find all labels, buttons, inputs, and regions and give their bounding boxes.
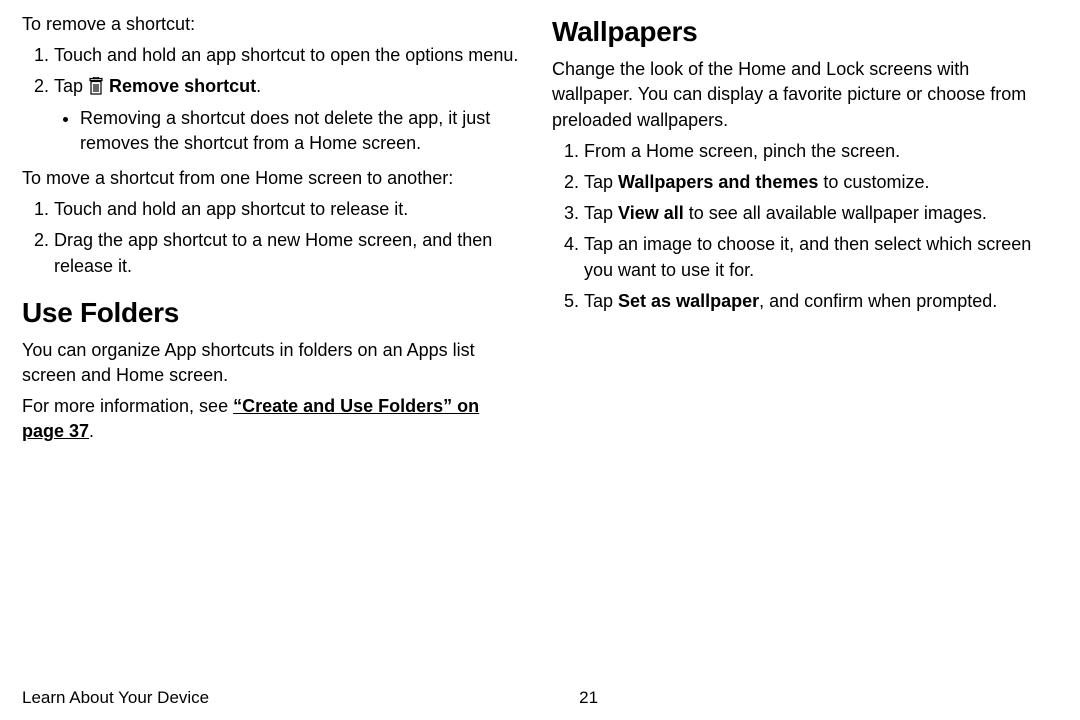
- view-all-label: View all: [618, 203, 684, 223]
- footer-section: Learn About Your Device: [22, 688, 209, 708]
- wallpapers-themes-label: Wallpapers and themes: [618, 172, 818, 192]
- use-folders-heading: Use Folders: [22, 293, 522, 332]
- remove-shortcut-label: Remove shortcut: [109, 76, 256, 96]
- use-folders-p2: For more information, see “Create and Us…: [22, 394, 522, 444]
- cross-ref-suffix: .: [89, 421, 94, 441]
- wallpapers-step-4: Tap an image to choose it, and then sele…: [584, 232, 1052, 282]
- wallpapers-step-3: Tap View all to see all available wallpa…: [584, 201, 1052, 226]
- set-as-wallpaper-label: Set as wallpaper: [618, 291, 759, 311]
- footer-page-number: 21: [579, 688, 598, 708]
- step-text: Tap: [584, 172, 618, 192]
- remove-step-1: Touch and hold an app shortcut to open t…: [54, 43, 522, 68]
- cross-ref-prefix: For more information, see: [22, 396, 233, 416]
- step-text: Tap: [584, 291, 618, 311]
- step-text: Tap: [584, 203, 618, 223]
- step-text-suffix: , and confirm when prompted.: [759, 291, 997, 311]
- trash-icon: [88, 77, 104, 95]
- remove-note-list: Removing a shortcut does not delete the …: [54, 106, 522, 156]
- wallpapers-step-1: From a Home screen, pinch the screen.: [584, 139, 1052, 164]
- step-text-suffix: to customize.: [818, 172, 929, 192]
- move-step-2: Drag the app shortcut to a new Home scre…: [54, 228, 522, 278]
- move-shortcut-intro: To move a shortcut from one Home screen …: [22, 166, 522, 191]
- remove-step-2: Tap Remove shortcut. Removin: [54, 74, 522, 156]
- manual-page: To remove a shortcut: Touch and hold an …: [0, 0, 1080, 720]
- step-text-suffix: to see all available wallpaper images.: [684, 203, 987, 223]
- wallpapers-intro: Change the look of the Home and Lock scr…: [552, 57, 1052, 133]
- move-shortcut-steps: Touch and hold an app shortcut to releas…: [22, 197, 522, 279]
- remove-shortcut-steps: Touch and hold an app shortcut to open t…: [22, 43, 522, 156]
- remove-shortcut-intro: To remove a shortcut:: [22, 12, 522, 37]
- step-text: Tap: [54, 76, 88, 96]
- move-step-1: Touch and hold an app shortcut to releas…: [54, 197, 522, 222]
- columns: To remove a shortcut: Touch and hold an …: [22, 12, 1052, 682]
- wallpapers-step-5: Tap Set as wallpaper, and confirm when p…: [584, 289, 1052, 314]
- remove-note: Removing a shortcut does not delete the …: [80, 106, 522, 156]
- left-column: To remove a shortcut: Touch and hold an …: [22, 12, 522, 682]
- page-footer: Learn About Your Device 21: [22, 682, 1052, 708]
- wallpapers-heading: Wallpapers: [552, 12, 1052, 51]
- use-folders-p1: You can organize App shortcuts in folder…: [22, 338, 522, 388]
- step-text-suffix: .: [256, 76, 261, 96]
- wallpapers-step-2: Tap Wallpapers and themes to customize.: [584, 170, 1052, 195]
- right-column: Wallpapers Change the look of the Home a…: [552, 12, 1052, 682]
- wallpapers-steps: From a Home screen, pinch the screen. Ta…: [552, 139, 1052, 314]
